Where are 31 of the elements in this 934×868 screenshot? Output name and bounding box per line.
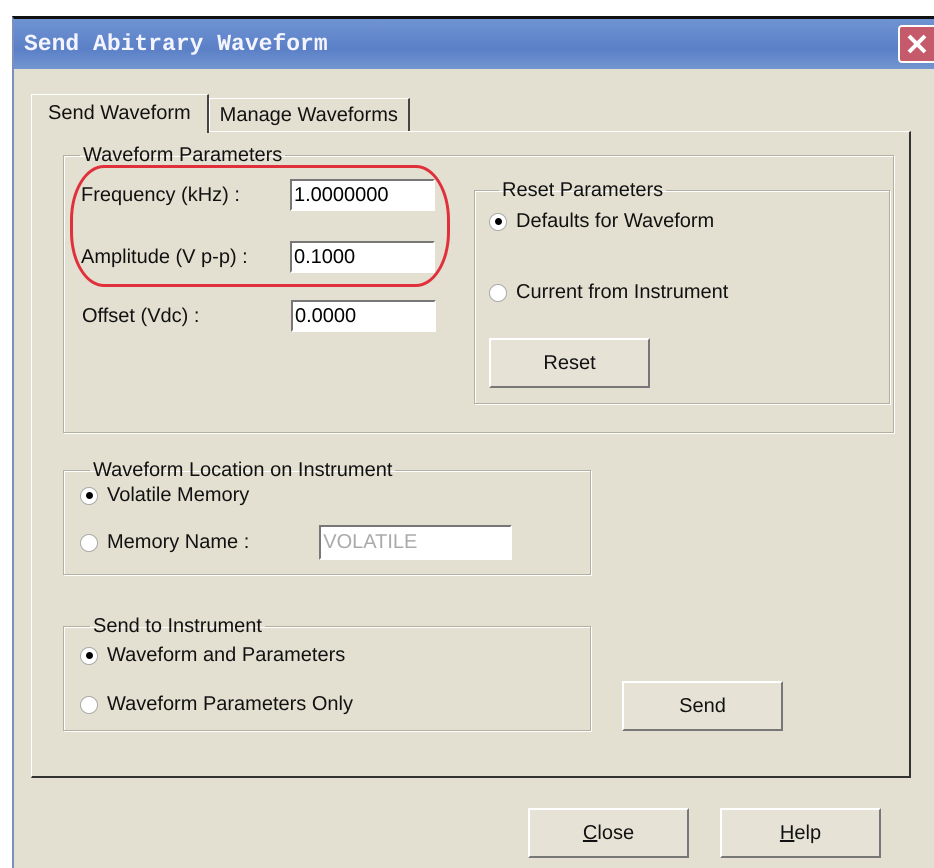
group-title: Send to Instrument: [92, 615, 263, 638]
radio-label: Waveform and Parameters: [107, 644, 346, 667]
input-field[interactable]: 0.0000: [291, 300, 436, 332]
tab[interactable]: Send Waveform: [31, 94, 209, 133]
group-title: Waveform Location on Instrument: [92, 459, 394, 482]
input-field[interactable]: 1.0000000: [290, 179, 435, 211]
radio-button[interactable]: [489, 284, 507, 302]
radio-label: Current from Instrument: [516, 281, 728, 304]
radio-button[interactable]: [80, 534, 98, 552]
dialog-button[interactable]: Close: [528, 808, 689, 858]
radio-label: Defaults for Waveform: [516, 210, 714, 233]
radio-label: Volatile Memory: [107, 484, 250, 507]
close-icon: [906, 33, 928, 55]
radio-label: Waveform Parameters Only: [107, 693, 353, 716]
send-button[interactable]: Send: [622, 681, 783, 731]
radio-button[interactable]: [80, 696, 98, 714]
field-label: Frequency (kHz) :: [81, 184, 241, 206]
group-title: Reset Parameters: [501, 179, 664, 202]
radio-label: Memory Name :: [107, 531, 250, 554]
radio-button[interactable]: [80, 646, 98, 664]
reset-button[interactable]: Reset: [489, 338, 650, 388]
window-title: Send Abitrary Waveform: [24, 31, 328, 57]
radio-button[interactable]: [80, 486, 98, 504]
input-field[interactable]: 0.1000: [290, 241, 435, 273]
dialog-button[interactable]: Help: [720, 808, 881, 858]
field-label: Offset (Vdc) :: [82, 304, 200, 328]
tab[interactable]: Manage Waveforms: [208, 98, 410, 131]
group-title: Waveform Parameters: [82, 144, 284, 167]
field-label: Amplitude (V p-p) :: [81, 246, 249, 268]
radio-button[interactable]: [489, 212, 507, 230]
close-button[interactable]: [898, 25, 934, 63]
